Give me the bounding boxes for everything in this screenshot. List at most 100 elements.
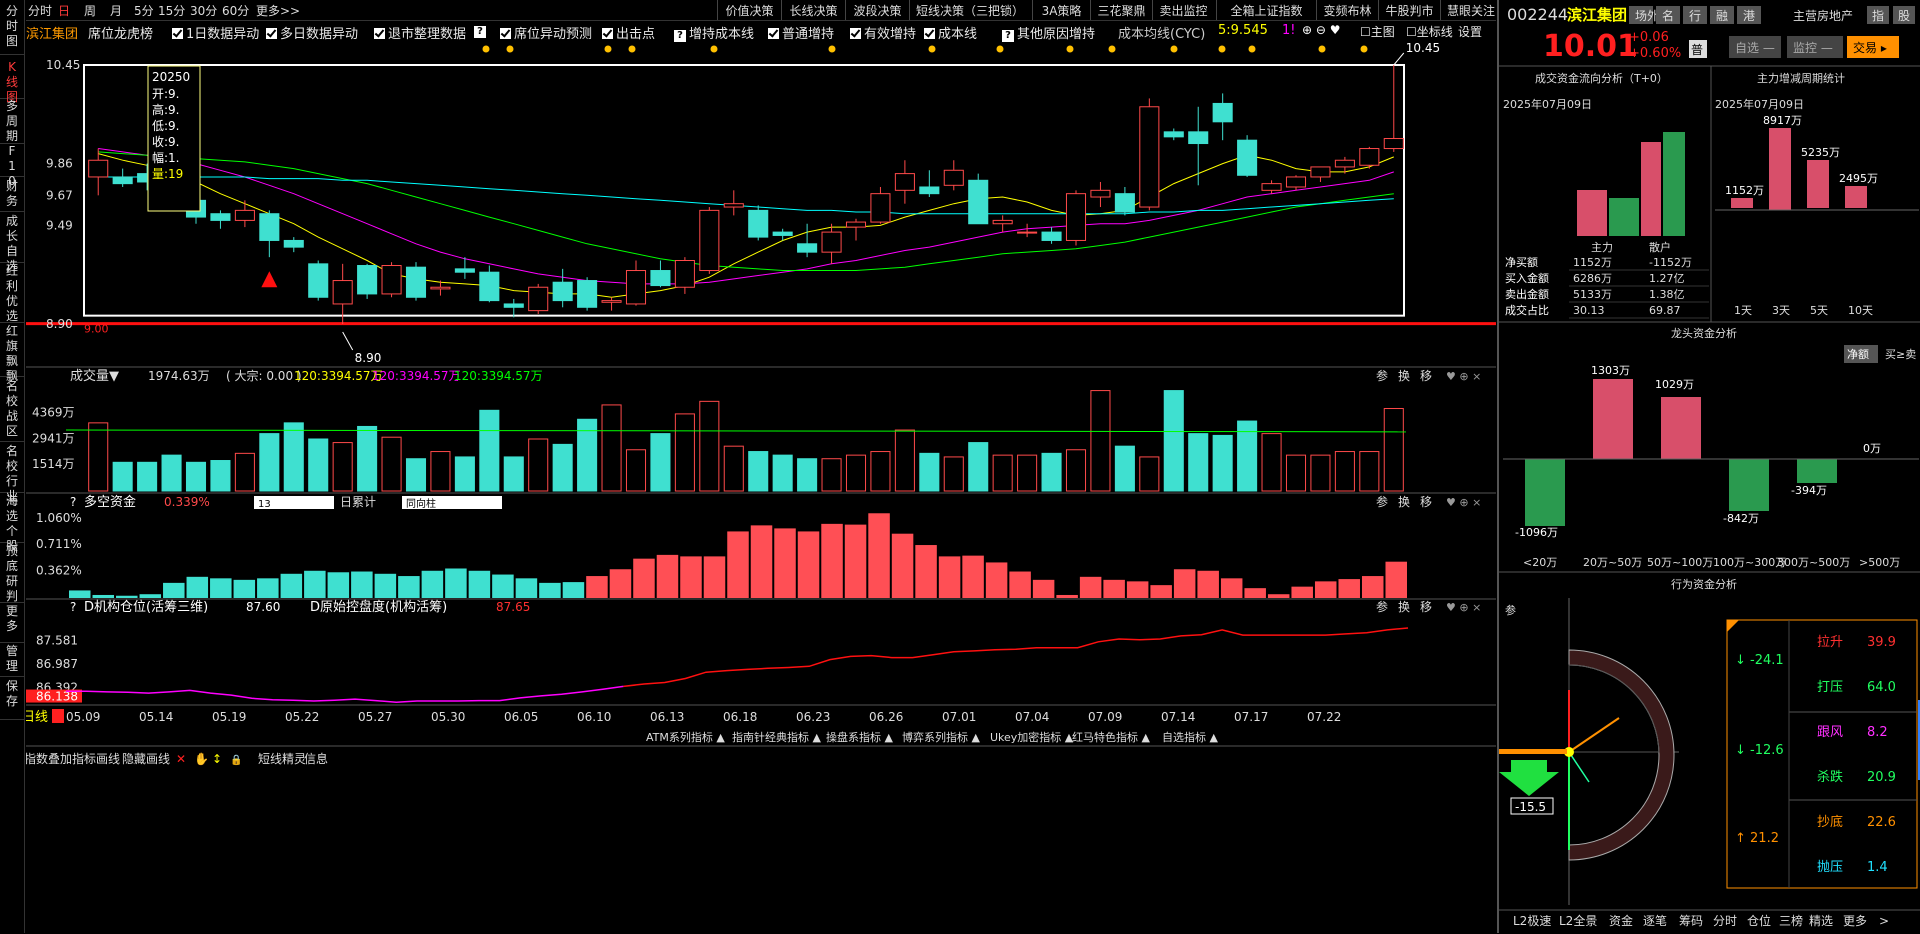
period-tab[interactable]: 分时: [28, 2, 52, 19]
volume-bar[interactable]: [88, 422, 109, 492]
duokong-bar[interactable]: [1385, 561, 1407, 598]
duokong-bar[interactable]: [1338, 579, 1360, 598]
monitor-button[interactable]: 监控 —: [1793, 41, 1833, 55]
volume-bar[interactable]: [601, 404, 622, 492]
volume-bar[interactable]: [332, 442, 353, 492]
volume-bar[interactable]: [405, 458, 427, 492]
duokong-bar[interactable]: [1126, 581, 1149, 598]
candle-body[interactable]: [1139, 106, 1160, 208]
bottom-right-tab[interactable]: 仓位: [1747, 913, 1771, 928]
checkbox-checked[interactable]: [266, 28, 277, 39]
bottom-right-tab[interactable]: 资金: [1609, 913, 1633, 928]
volume-bar[interactable]: [1139, 456, 1160, 492]
candle-body[interactable]: [992, 219, 1013, 225]
left-nav-item[interactable]: 更多: [0, 604, 24, 643]
duokong-bar[interactable]: [1267, 594, 1290, 598]
candle-body[interactable]: [283, 239, 304, 248]
candle-body[interactable]: [845, 221, 867, 228]
signal-bulb-icon[interactable]: [928, 45, 936, 53]
volume-bar[interactable]: [919, 452, 940, 492]
signal-toggle[interactable]: 退市整理数据: [374, 23, 466, 42]
bottom-right-tab[interactable]: 精选: [1809, 914, 1833, 928]
strategy-tab[interactable]: 全箱上证指数: [1216, 0, 1316, 20]
stock-tag[interactable]: 港: [1743, 9, 1755, 23]
volume-bar[interactable]: [1212, 434, 1233, 492]
candle-body[interactable]: [381, 265, 402, 295]
bottom-tool[interactable]: 短线精灵: [258, 752, 306, 766]
duokong-bar[interactable]: [1056, 594, 1078, 598]
volume-bar[interactable]: [1188, 433, 1209, 492]
period-tab[interactable]: 30分: [190, 2, 217, 19]
stock-tag[interactable]: 场外: [1635, 9, 1659, 23]
volume-bar[interactable]: [185, 461, 207, 492]
duokong-bar[interactable]: [1032, 579, 1055, 598]
delete-icon[interactable]: ✕: [176, 752, 186, 766]
duokong-bar[interactable]: [257, 578, 279, 598]
volume-bar[interactable]: [992, 454, 1013, 492]
signal-toggle[interactable]: 席位龙虎榜: [88, 23, 153, 42]
duokong-bar[interactable]: [69, 590, 91, 598]
volume-bar[interactable]: [723, 445, 744, 492]
signal-toggle[interactable]: 有效增持: [850, 23, 916, 42]
stock-tag[interactable]: 行: [1689, 9, 1701, 23]
candle-body[interactable]: [503, 303, 524, 308]
left-nav-item[interactable]: 名校战区: [0, 379, 24, 442]
volume-bar[interactable]: [1090, 390, 1111, 492]
volume-bar[interactable]: [454, 456, 475, 492]
left-nav-item[interactable]: K线图: [0, 60, 24, 104]
duokong-bar[interactable]: [1173, 569, 1196, 598]
volume-bar[interactable]: [650, 433, 671, 492]
period-tab[interactable]: 15分: [158, 2, 185, 19]
duokong-bar[interactable]: [468, 570, 491, 598]
signal-toggle[interactable]: 普通增持: [768, 23, 834, 42]
candle-body[interactable]: [405, 266, 427, 298]
checkbox-checked[interactable]: [768, 28, 779, 39]
candle-body[interactable]: [1383, 138, 1404, 150]
volume-bar[interactable]: [1114, 445, 1135, 492]
left-nav-item[interactable]: 保存: [0, 679, 24, 720]
candle-body[interactable]: [1212, 102, 1233, 123]
volume-ctrl[interactable]: 参: [1376, 368, 1388, 383]
left-nav-item[interactable]: 分时图: [0, 4, 24, 55]
bottom-tool[interactable]: 隐藏画线: [122, 752, 170, 766]
candle-body[interactable]: [528, 286, 549, 312]
left-nav-item[interactable]: 成长自选: [0, 214, 24, 273]
candle-body[interactable]: [1017, 231, 1038, 234]
volume-bar[interactable]: [1383, 408, 1404, 492]
candle-body[interactable]: [748, 209, 769, 238]
bottom-right-tab[interactable]: 更多: [1843, 914, 1867, 928]
bottom-right-tab[interactable]: L2极速: [1513, 914, 1551, 928]
candle-body[interactable]: [259, 213, 280, 241]
duokong-bar[interactable]: [727, 531, 749, 598]
dragon-tab[interactable]: 买≥卖: [1885, 348, 1916, 361]
signal-bulb-icon[interactable]: [1360, 45, 1368, 53]
signal-bulb-icon[interactable]: [1170, 45, 1178, 53]
volume-bar[interactable]: [283, 422, 304, 492]
duokong-ctrl[interactable]: 参: [1376, 494, 1388, 509]
candle-body[interactable]: [772, 231, 793, 236]
bottom-tool[interactable]: 信息: [304, 751, 328, 766]
volume-bar[interactable]: [1041, 452, 1062, 492]
volume-bar[interactable]: [748, 451, 769, 492]
duokong-bar[interactable]: [1314, 581, 1337, 598]
ind-tag[interactable]: 股: [1898, 9, 1910, 23]
duokong-bar[interactable]: [962, 555, 984, 598]
volume-bar[interactable]: [1285, 454, 1307, 492]
left-nav-item[interactable]: 红利优选: [0, 264, 24, 323]
duokong-bar[interactable]: [938, 556, 961, 598]
duokong-bar[interactable]: [891, 533, 914, 598]
indicator-tab[interactable]: Ukey加密指标 ▲: [990, 730, 1074, 744]
left-nav-item[interactable]: 海选个股: [0, 494, 24, 553]
duokong-bar[interactable]: [750, 525, 773, 598]
jigou-help-icon[interactable]: ?: [70, 600, 76, 614]
jigou-icons[interactable]: ♥ ⊕ ×: [1446, 601, 1481, 614]
candle-body[interactable]: [234, 209, 255, 221]
candle-body[interactable]: [357, 265, 378, 295]
indicator-tab[interactable]: 红马特色指标 ▲: [1072, 730, 1150, 744]
duokong-bar[interactable]: [139, 594, 162, 598]
period-tab[interactable]: 月: [110, 2, 122, 19]
settings-button[interactable]: 设置: [1458, 23, 1482, 40]
candle-body[interactable]: [870, 193, 891, 223]
indicator-tab[interactable]: 博弈系列指标 ▲: [902, 730, 980, 744]
signal-toggle[interactable]: ?: [474, 23, 489, 38]
